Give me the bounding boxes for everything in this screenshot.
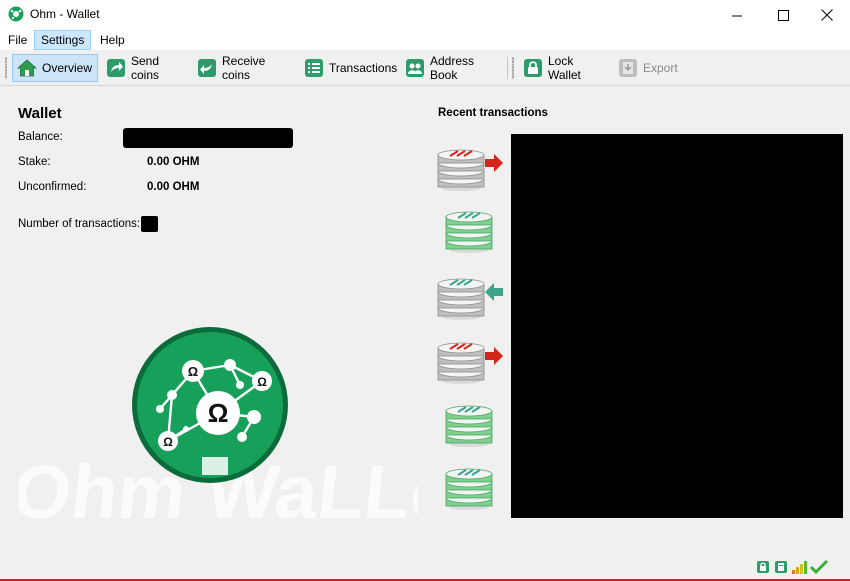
status-bar [0, 553, 850, 579]
send-coins-label: Send coins [131, 54, 160, 82]
contacts-icon [406, 59, 424, 77]
menu-bar: File Settings Help [0, 30, 850, 50]
home-icon [17, 59, 37, 77]
wallet-heading: Wallet [18, 105, 62, 122]
export-button[interactable]: Export [614, 54, 684, 82]
minimize-icon [731, 15, 742, 16]
minimize-button[interactable] [714, 0, 760, 30]
ohm-logo: Ω Ω Ω Ω [132, 327, 288, 483]
synced-check-icon [810, 560, 828, 574]
menu-help[interactable]: Help [94, 30, 131, 50]
num-transactions-label: Number of transactions: [18, 218, 141, 230]
transactions-label: Transactions [329, 61, 398, 75]
encrypted-status-icon [757, 561, 769, 573]
overview-button[interactable]: Overview [12, 54, 98, 82]
menu-file[interactable]: File [2, 30, 33, 50]
tx-sent-icon[interactable] [436, 141, 506, 193]
overview-label: Overview [42, 61, 93, 75]
receive-coins-button[interactable]: Receive coins [193, 54, 293, 82]
export-icon [619, 59, 637, 77]
menu-settings[interactable]: Settings [34, 30, 92, 50]
balance-label: Balance: [18, 131, 63, 143]
toolbar-separator [507, 57, 508, 79]
balance-value-redacted [123, 128, 293, 148]
maximize-icon [777, 9, 789, 21]
close-button[interactable] [804, 0, 850, 30]
lock-wallet-button[interactable]: Lock Wallet [519, 54, 609, 82]
connection-signal-icon [792, 561, 807, 574]
toolbar-grip[interactable] [5, 57, 7, 79]
address-book-button[interactable]: Address Book [401, 54, 501, 82]
receive-coins-label: Receive coins [222, 54, 266, 82]
lock-wallet-label: Lock Wallet [548, 54, 581, 82]
send-icon [107, 59, 125, 77]
receive-icon [198, 59, 216, 77]
toolbar: Overview Send coins Receive coins Transa… [0, 51, 850, 86]
unconfirmed-label: Unconfirmed: [18, 181, 87, 193]
toolbar-grip-2[interactable] [512, 57, 514, 79]
tx-mined-icon[interactable] [436, 460, 506, 512]
close-icon [821, 9, 833, 21]
stake-value: 0.00 OHM [147, 156, 200, 168]
transactions-button[interactable]: Transactions [300, 54, 398, 82]
svg-text:Ω: Ω [208, 398, 229, 428]
maximize-button[interactable] [760, 0, 806, 30]
ohm-logo-icon [8, 6, 24, 22]
num-transactions-redacted [141, 216, 158, 232]
export-label: Export [643, 61, 678, 75]
svg-text:Ω: Ω [163, 435, 173, 449]
transactions-panel-redacted [511, 134, 843, 518]
tx-received-icon[interactable] [436, 270, 506, 322]
unconfirmed-value: 0.00 OHM [147, 181, 200, 193]
lock-icon [524, 59, 542, 77]
send-coins-button[interactable]: Send coins [102, 54, 188, 82]
tx-mined-icon[interactable] [436, 203, 506, 255]
stake-label: Stake: [18, 156, 51, 168]
svg-text:Ω: Ω [188, 364, 198, 379]
svg-text:Ω: Ω [257, 375, 267, 389]
recent-transactions-heading: Recent transactions [438, 107, 548, 119]
list-icon [305, 59, 323, 77]
tx-sent-icon[interactable] [436, 334, 506, 386]
title-bar: Ohm - Wallet [0, 0, 850, 30]
address-book-label: Address Book [430, 54, 475, 82]
staking-status-icon [775, 561, 787, 573]
window-title: Ohm - Wallet [30, 7, 100, 21]
tx-mined-icon[interactable] [436, 397, 506, 449]
